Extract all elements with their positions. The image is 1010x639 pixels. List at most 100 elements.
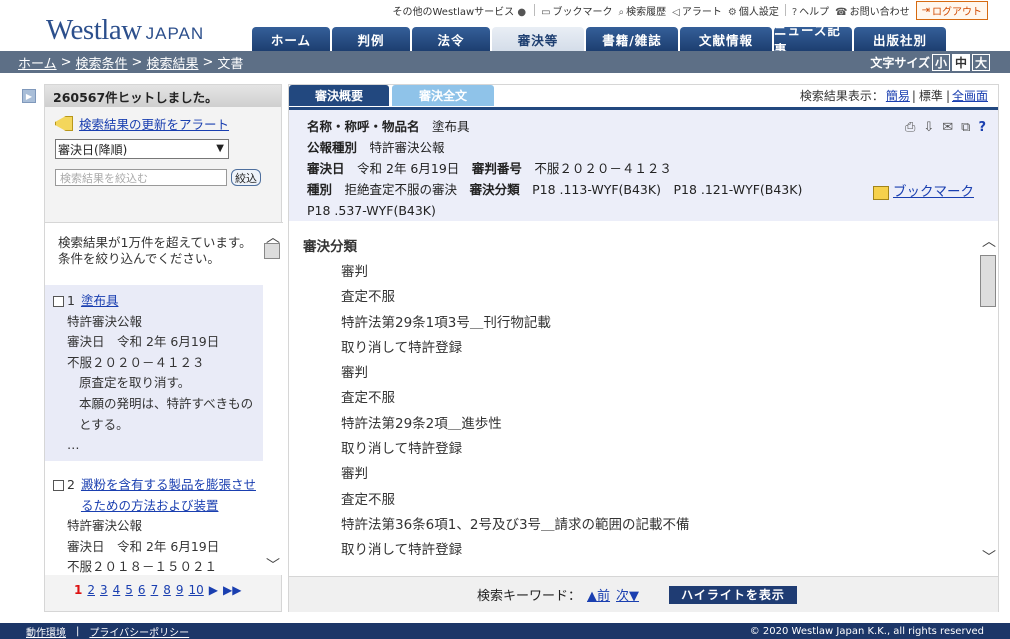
narrow-input[interactable]: 検索結果を絞込む <box>55 169 227 186</box>
list-item: 査定不服 <box>341 289 395 306</box>
page-link[interactable]: 10 <box>188 583 203 597</box>
page-link[interactable]: 8 <box>163 583 171 597</box>
download-icon[interactable]: ⇩ <box>923 117 934 138</box>
utility-bar: その他のWestlawサービス ● ▭ ブックマーク ⌕ 検索履歴 ◁ アラート ⚙ 個… <box>393 0 988 20</box>
left-panel: 260567件ヒットしました。 検索結果の更新をアラート 審決日(降順) ▼ 検索… <box>44 84 283 612</box>
view-standard: 標準 <box>918 89 943 103</box>
breadcrumb-search-conditions[interactable]: 検索条件 <box>76 53 128 72</box>
tab-books[interactable]: 書籍/雑誌 <box>586 27 678 51</box>
bookmark-action: ブックマーク <box>873 182 974 203</box>
tab-news[interactable]: ニュース記事 <box>774 23 852 57</box>
tab-cases[interactable]: 判例 <box>332 27 410 51</box>
tab-fulltext[interactable]: 審決全文 <box>392 85 494 106</box>
result-title-link[interactable]: 塗布具 <box>81 291 119 312</box>
list-item: 査定不服 <box>341 491 395 508</box>
font-size-medium[interactable]: 中 <box>952 53 970 71</box>
scroll-down-icon[interactable]: ﹀ <box>266 555 280 575</box>
classification-list: 審判 査定不服 特許法第29条1項3号＿刊行物記載 取り消して特許登録 審判 査… <box>341 260 690 564</box>
results-scrollbar[interactable]: ︿ ﹀ <box>263 230 283 574</box>
play-circle-icon: ● <box>517 6 527 18</box>
bookmark-link[interactable]: ブックマーク <box>893 182 974 203</box>
breadcrumb-current: 文書 <box>217 56 244 72</box>
alert-update-link[interactable]: 検索結果の更新をアラート <box>79 114 229 133</box>
help-icon[interactable]: ? <box>978 117 986 138</box>
list-item: 審判 <box>341 365 368 382</box>
settings-link[interactable]: ⚙ 個人設定 <box>728 3 779 18</box>
breadcrumb-home[interactable]: ホーム <box>18 53 57 72</box>
list-item: 審判 <box>341 466 368 483</box>
document-tools: ⎙ ⇩ ✉ ⧉ ? <box>905 117 986 138</box>
gear-icon: ⚙ <box>727 6 737 18</box>
page-link[interactable]: 7 <box>151 583 159 597</box>
list-item: 2 澱粉を含有する製品を膨張させるための方法および装置 特許審決公報 審決日 令… <box>45 469 263 575</box>
scroll-up-icon[interactable]: ︿ <box>982 231 996 251</box>
tab-statutes[interactable]: 法令 <box>412 27 490 51</box>
list-item: 特許法第29条2項＿進歩性 <box>341 415 502 432</box>
page-link[interactable]: 2 <box>87 583 95 597</box>
tab-literature[interactable]: 文献情報 <box>680 27 772 51</box>
page-link[interactable]: 9 <box>176 583 184 597</box>
history-link[interactable]: ⌕ 検索履歴 <box>619 3 667 18</box>
footer: 動作環境 | プライバシーポリシー © 2020 Westlaw Japan K.… <box>0 623 1010 639</box>
tab-decisions[interactable]: 審決等 <box>492 27 584 51</box>
list-item: 査定不服 <box>341 390 395 407</box>
results-note: 検索結果が1万件を超えています。条件を絞り込んでください。 <box>58 235 252 266</box>
scroll-down-icon[interactable]: ﹀ <box>982 547 996 567</box>
tab-home[interactable]: ホーム <box>252 27 330 51</box>
megaphone-icon <box>55 116 73 131</box>
page-link[interactable]: 3 <box>100 583 108 597</box>
last-page-icon[interactable]: ▶▶ <box>223 583 241 597</box>
westlaw-logo[interactable]: Westlaw JAPAN <box>46 14 204 47</box>
next-page-icon[interactable]: ▶ <box>209 583 218 597</box>
font-size-large[interactable]: 大 <box>972 53 990 71</box>
keyword-next-link[interactable]: 次▼ <box>616 585 639 604</box>
alert-link[interactable]: ◁ アラート <box>672 3 722 18</box>
list-item: 特許法第36条6項1、2号及び3号＿請求の範囲の記載不備 <box>341 516 690 533</box>
scroll-thumb[interactable] <box>980 255 996 307</box>
chevron-down-icon: ▼ <box>216 143 224 154</box>
result-checkbox[interactable] <box>53 480 64 491</box>
list-item: 審判 <box>341 264 368 280</box>
view-simple-link[interactable]: 簡易 <box>886 89 910 103</box>
view-fullscreen-link[interactable]: 全画面 <box>952 89 988 103</box>
highlight-button[interactable]: ハイライトを表示 <box>669 585 798 604</box>
bell-icon: ◁ <box>672 6 680 18</box>
page-link[interactable]: 5 <box>125 583 133 597</box>
print-icon[interactable]: ⎙ <box>905 117 915 138</box>
document-body: 審決分類 審判 査定不服 特許法第29条1項3号＿刊行物記載 取り消して特許登録… <box>289 227 998 575</box>
search-icon: ⌕ <box>618 6 625 18</box>
tab-publishers[interactable]: 出版社別 <box>854 27 946 51</box>
result-checkbox[interactable] <box>53 296 64 307</box>
toggle-left-panel-button[interactable]: ▶ <box>22 89 36 103</box>
new-window-icon[interactable]: ⧉ <box>961 117 970 138</box>
list-item: 取り消して特許登録 <box>341 441 463 458</box>
bookmark-folder-icon <box>873 185 889 200</box>
phone-icon: ☎ <box>835 6 848 18</box>
document-scrollbar[interactable]: ︿ ﹀ <box>978 227 998 573</box>
page-link[interactable]: 6 <box>138 583 146 597</box>
bookmark-link[interactable]: ▭ ブックマーク <box>541 3 612 18</box>
sort-select[interactable]: 審決日(降順) ▼ <box>55 139 229 159</box>
pagination: 1 2 3 4 5 6 7 8 9 10 ▶ ▶▶ <box>44 583 282 597</box>
contact-link[interactable]: ☎ お問い合わせ <box>835 3 909 18</box>
font-size-small[interactable]: 小 <box>932 53 950 71</box>
footer-env-link[interactable]: 動作環境 <box>26 624 66 639</box>
scroll-thumb[interactable] <box>264 243 280 259</box>
help-icon: ? <box>791 6 798 18</box>
page-link[interactable]: 4 <box>113 583 121 597</box>
main-nav: ホーム 判例 法令 審決等 書籍/雑誌 文献情報 ニュース記事 出版社別 <box>252 23 946 57</box>
tab-summary[interactable]: 審決概要 <box>289 85 389 106</box>
list-item: 特許法第29条1項3号＿刊行物記載 <box>341 314 551 331</box>
document-panel: 審決概要 審決全文 検索結果表示： 簡易 | 標準 | 全画面 名称・称呼・物品名 塗布具… <box>288 84 999 612</box>
footer-privacy-link[interactable]: プライバシーポリシー <box>89 624 189 639</box>
logout-icon: ⇥ <box>921 4 930 16</box>
mail-icon[interactable]: ✉ <box>942 117 953 138</box>
narrow-button[interactable]: 絞込 <box>231 169 261 186</box>
list-item: 1 塗布具 特許審決公報 審決日 令和 2年 6月19日 不服２０２０－４１２３… <box>45 285 263 461</box>
other-services-link[interactable]: その他のWestlawサービス ● <box>393 3 529 18</box>
result-title-link[interactable]: 澱粉を含有する製品を膨張させるための方法および装置 <box>81 475 263 516</box>
help-link[interactable]: ? ヘルプ <box>792 3 829 18</box>
keyword-prev-link[interactable]: ▲前 <box>587 585 610 604</box>
breadcrumb-search-results[interactable]: 検索結果 <box>146 53 198 72</box>
logout-button[interactable]: ⇥ ログアウト <box>915 0 988 20</box>
